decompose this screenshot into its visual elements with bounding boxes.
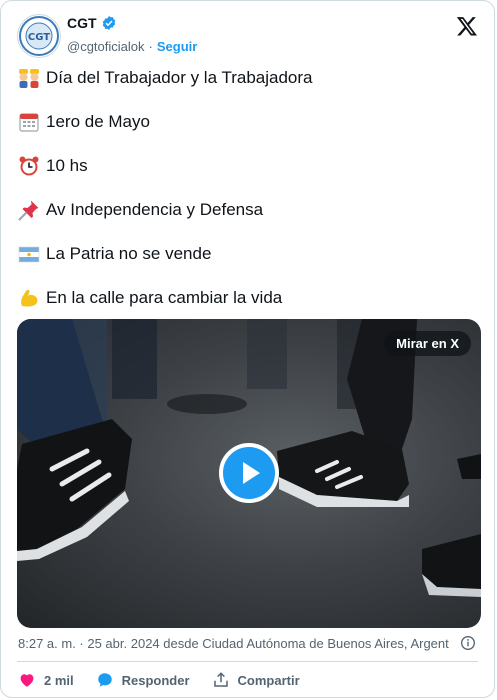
reply-button[interactable]: Responder (96, 671, 190, 689)
post-line-text: Día del Trabajador y la Trabajadora (46, 68, 313, 87)
post-line-text: En la calle para cambiar la vida (46, 288, 283, 307)
alarm-clock-emoji-icon (18, 155, 40, 177)
calendar-emoji-icon (18, 111, 40, 133)
like-count: 2 mil (44, 672, 74, 688)
post-line-text: 1ero de Mayo (46, 112, 150, 131)
follow-button[interactable]: Seguir (157, 39, 197, 54)
author-handle[interactable]: @cgtoficialok (67, 39, 145, 54)
post-timestamp-location[interactable]: 8:27 a. m. · 25 abr. 2024 desde Ciudad A… (18, 636, 458, 651)
share-label: Compartir (237, 672, 300, 688)
reply-bubble-icon (97, 673, 112, 687)
avatar[interactable]: CGT (17, 14, 61, 58)
author-name-row: CGT (67, 15, 117, 31)
post-line-text: La Patria no se vende (46, 244, 212, 263)
post-line-5: La Patria no se vende (18, 243, 211, 265)
cgt-logo: CGT (19, 16, 59, 56)
watch-on-x-button[interactable]: Mirar en X (384, 331, 471, 356)
svg-text:CGT: CGT (28, 32, 50, 43)
reply-label: Responder (121, 672, 190, 688)
author-handle-row: @cgtoficialok · Seguir (67, 39, 197, 54)
post-line-text: 10 hs (46, 156, 88, 175)
argentina-flag-emoji-icon (18, 243, 40, 265)
embedded-post-card: CGT CGT @cgtoficialok · Seguir Día del T… (0, 0, 495, 698)
separator-dot: · (148, 39, 153, 54)
flexed-biceps-emoji-icon (18, 287, 40, 309)
post-line-4: Av Independencia y Defensa (18, 199, 263, 221)
info-icon[interactable] (460, 635, 476, 651)
divider (17, 661, 478, 662)
video-player[interactable]: Mirar en X (17, 319, 481, 628)
play-icon (243, 462, 260, 484)
x-logo-icon[interactable] (456, 15, 478, 37)
heart-icon (20, 674, 34, 687)
share-icon (213, 672, 228, 687)
post-line-1: Día del Trabajador y la Trabajadora (18, 67, 313, 89)
like-button[interactable]: 2 mil (18, 671, 74, 689)
post-line-6: En la calle para cambiar la vida (18, 287, 282, 309)
post-line-text: Av Independencia y Defensa (46, 200, 264, 219)
post-line-3: 10 hs (18, 155, 88, 177)
author-name[interactable]: CGT (67, 15, 97, 31)
action-bar: 2 mil Responder Compartir (18, 671, 300, 689)
worker-emoji-icon (18, 67, 40, 89)
share-button[interactable]: Compartir (212, 671, 300, 689)
pushpin-emoji-icon (18, 199, 40, 221)
verified-badge-icon (102, 16, 115, 30)
post-line-2: 1ero de Mayo (18, 111, 150, 133)
play-button[interactable] (219, 443, 279, 503)
